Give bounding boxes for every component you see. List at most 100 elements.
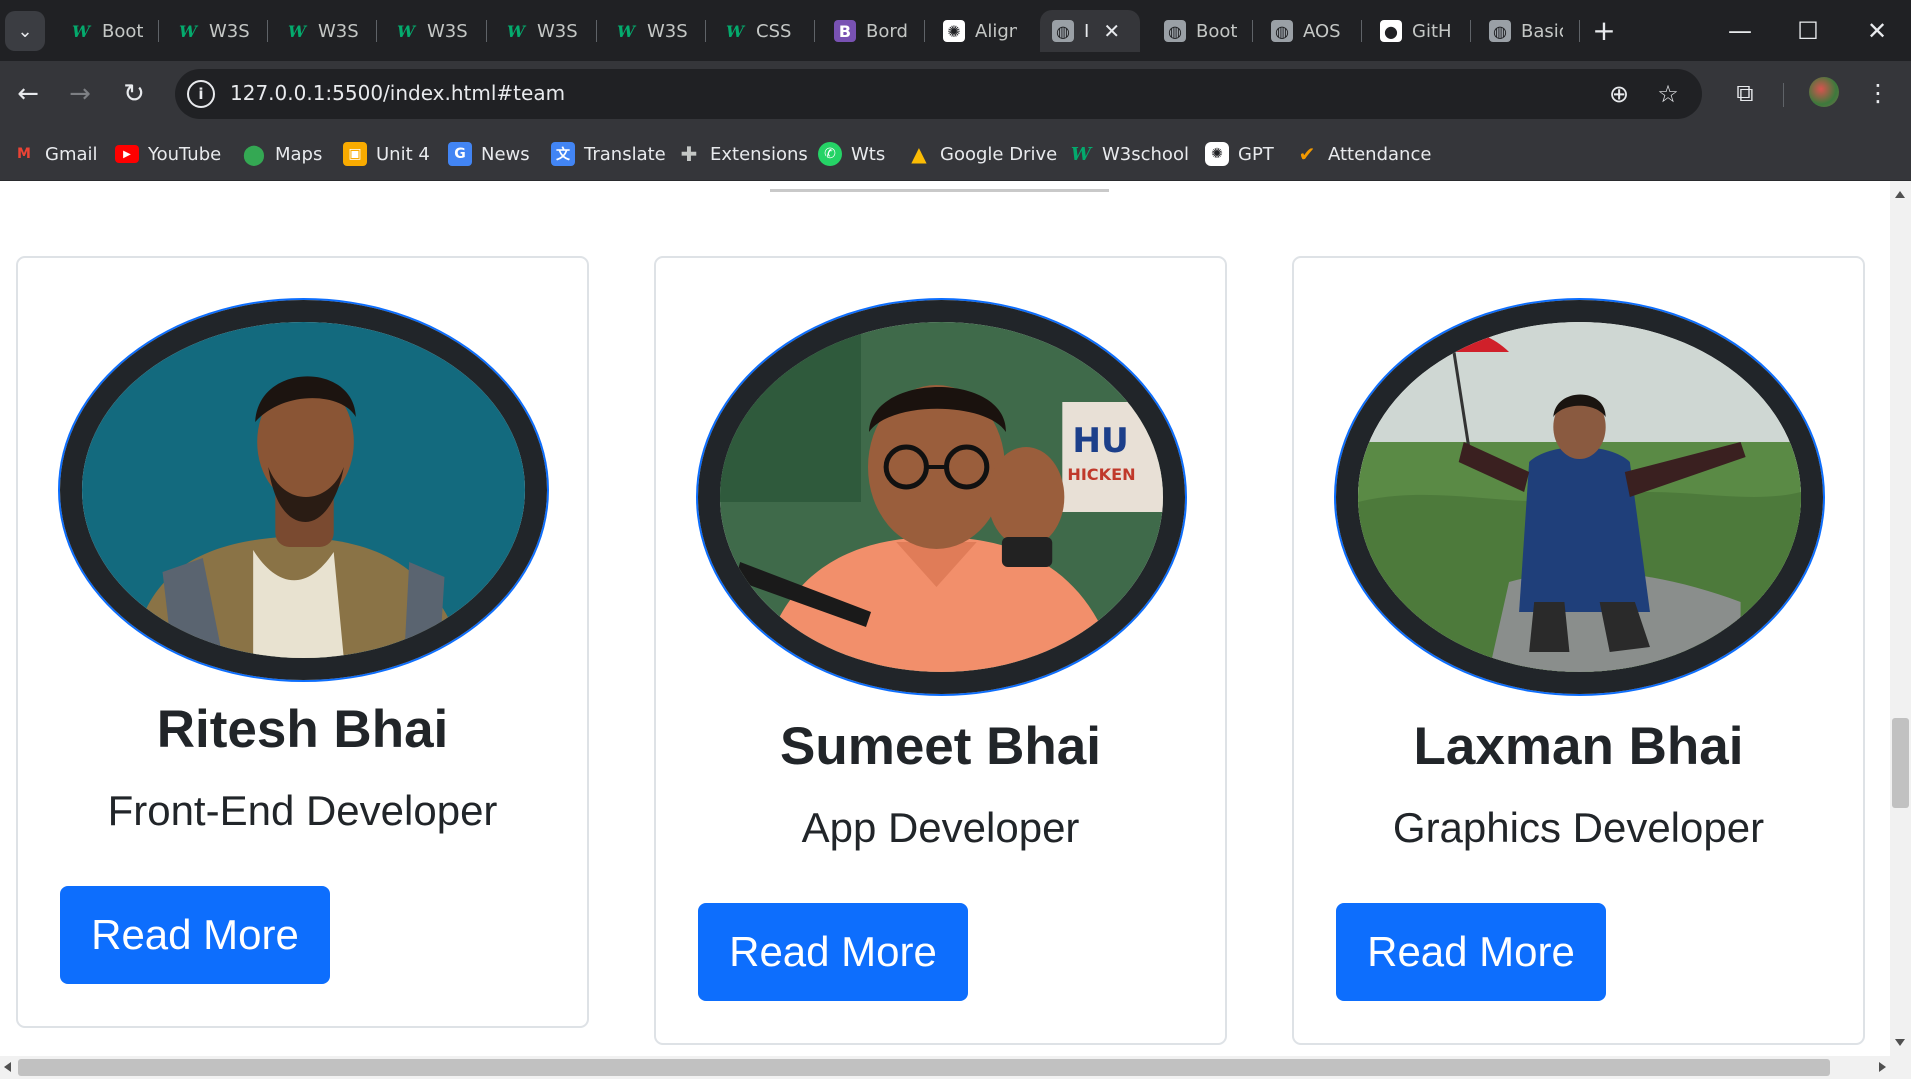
team-member-role: Front-End Developer [107,787,498,834]
team-card: Ritesh Bhai Front-End Developer Read Mor… [16,256,589,1028]
team-member-photo: HU HICKEN [698,300,1185,694]
horizontal-scroll-thumb[interactable] [18,1059,1830,1076]
back-button[interactable]: ← [8,74,48,114]
tab-title: Boot [1196,20,1238,42]
tab-separator [267,20,268,42]
w3schools-icon: W [726,21,744,41]
team-member-role: App Developer [801,804,1080,851]
tab[interactable]: ◍ Basic [1477,10,1569,52]
youtube-icon: ▶ [115,145,139,163]
read-more-button[interactable]: Read More [1336,903,1606,1001]
tab-title: W3S [537,20,578,42]
bookmark-label: Gmail [45,143,98,165]
tab-separator [1361,20,1362,42]
bookmark-google-drive[interactable]: ▲ Google Drive [907,139,1057,169]
bookmark-w3school[interactable]: W W3school [1069,139,1189,169]
svg-text:HICKEN: HICKEN [1067,465,1135,484]
more-menu-icon[interactable]: ⋮ [1860,75,1896,111]
close-window-button[interactable]: ✕ [1857,12,1897,50]
bookmark-extensions[interactable]: ✚ Extensions [677,139,808,169]
maximize-button[interactable]: ☐ [1788,12,1828,50]
zoom-icon[interactable]: ⊕ [1603,78,1635,110]
team-card: Laxman Bhai Graphics Developer Read More [1292,256,1865,1045]
translate-icon: 文 [551,142,575,166]
bookmark-news[interactable]: G News [448,139,530,169]
site-info-icon[interactable]: i [187,80,215,108]
extensions-icon[interactable]: ⧉ [1727,75,1763,111]
tab-active[interactable]: ◍ I ✕ [1040,10,1140,52]
star-icon[interactable]: ☆ [1652,78,1684,110]
team-member-photo [60,300,547,680]
bookmark-label: YouTube [148,143,222,165]
maps-icon: ⬤ [242,142,266,166]
tab-search-button[interactable]: ⌄ [5,11,45,51]
attendance-icon: ✔ [1298,142,1316,166]
tab-separator [486,20,487,42]
avatar[interactable] [1809,77,1839,107]
scroll-left-icon[interactable] [4,1062,11,1072]
w3schools-icon: W [72,21,90,41]
tab[interactable]: W W3S [493,10,585,52]
bookmark-label: News [481,143,530,165]
section-divider [770,189,1109,192]
tab-separator [1470,20,1471,42]
tab[interactable]: ● GitH [1368,10,1460,52]
tab[interactable]: W W3S [165,10,257,52]
bookmark-youtube[interactable]: ▶ YouTube [115,139,221,169]
arrow-right-icon: → [69,79,91,109]
chatgpt-icon: ✺ [1205,142,1229,166]
tab[interactable]: ◍ Boot [1152,10,1244,52]
forward-button[interactable]: → [60,74,100,114]
bookmark-unit-4[interactable]: ▣ Unit 4 [343,139,430,169]
scroll-down-icon[interactable] [1895,1039,1905,1046]
puzzle-icon: ✚ [680,142,698,166]
address-bar[interactable]: i 127.0.0.1:5500/index.html#team ⊕ ☆ [175,69,1702,119]
tab-title: GitH [1412,20,1452,42]
new-tab-button[interactable]: + [1589,13,1619,47]
chevron-down-icon: ⌄ [17,20,33,42]
tab[interactable]: W CSS [712,10,804,52]
bookmark-gmail[interactable]: M Gmail [12,139,98,169]
bookmark-label: Google Drive [940,143,1058,165]
bookmark-maps[interactable]: ⬤ Maps [242,139,323,169]
classroom-icon: ▣ [343,142,367,166]
tab[interactable]: ✺ Align [931,10,1031,52]
tab-title: W3S [318,20,359,42]
bookmark-attendance[interactable]: ✔ Attendance [1295,139,1432,169]
url-text[interactable]: 127.0.0.1:5500/index.html#team [230,81,565,105]
bookmark-translate[interactable]: 文 Translate [551,139,666,169]
w3schools-icon: W [397,21,415,41]
tab[interactable]: ◍ AOS [1259,10,1351,52]
minimize-button[interactable]: — [1720,12,1760,50]
horizontal-scrollbar[interactable] [0,1056,1911,1079]
tab[interactable]: B Bord [822,10,914,52]
tab-close-icon[interactable]: ✕ [1103,19,1120,43]
team-member-role: Graphics Developer [1392,804,1765,851]
page-viewport: Ritesh Bhai Front-End Developer Read Mor… [0,181,1890,1056]
plus-icon: + [1592,13,1616,47]
reload-icon: ↻ [123,79,145,109]
tab-separator [814,20,815,42]
tab[interactable]: W Boot [58,10,150,52]
bookmark-wts[interactable]: ✆ Wts [818,139,885,169]
vertical-scrollbar[interactable] [1890,181,1911,1056]
read-more-button[interactable]: Read More [698,903,968,1001]
team-member-photo [1336,300,1823,694]
tab[interactable]: W W3S [603,10,695,52]
team-member-name: Ritesh Bhai [156,700,449,759]
arrow-left-icon: ← [17,79,39,109]
vertical-scroll-thumb[interactable] [1892,718,1909,808]
reload-button[interactable]: ↻ [114,74,154,114]
bookmarks-bar: M Gmail ▶ YouTube ⬤ Maps ▣ Unit 4 G News 文 Tra… [0,127,1911,181]
bookmark-label: Wts [851,143,886,165]
scroll-right-icon[interactable] [1879,1062,1886,1072]
bookmark-gpt[interactable]: ✺ GPT [1205,139,1274,169]
scroll-up-icon[interactable] [1895,191,1905,198]
read-more-button[interactable]: Read More [60,886,330,984]
tab[interactable]: W W3S [274,10,366,52]
minimize-icon: — [1728,17,1752,45]
maximize-icon: ☐ [1797,17,1819,45]
bookmark-label: Unit 4 [376,143,430,165]
tab[interactable]: W W3S [383,10,475,52]
bookmark-label: Attendance [1328,143,1432,165]
